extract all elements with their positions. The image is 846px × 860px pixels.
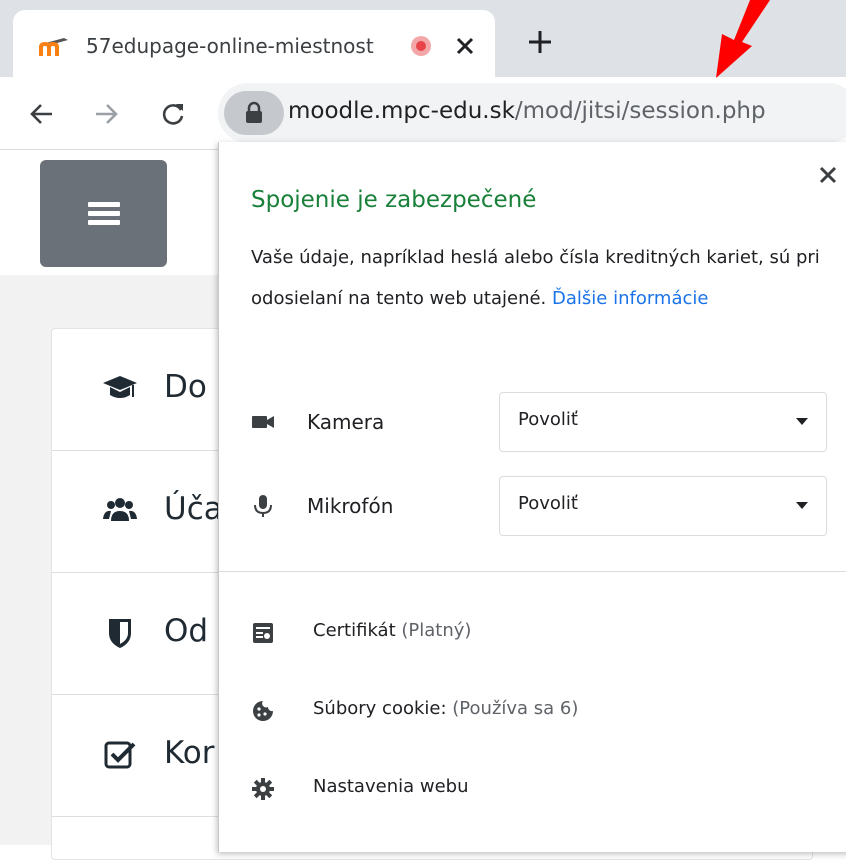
certificate-status: (Platný) [401,620,472,641]
nav-item-label: Kor [164,735,215,771]
connection-secure-title: Spojenie je zabezpečené [251,187,537,213]
microphone-label: Mikrofón [307,494,394,518]
lock-icon [246,101,262,123]
back-icon[interactable] [28,101,54,127]
checkbox-icon [104,741,136,769]
url-path: /mod/jitsi/session.php [514,98,766,124]
address-bar[interactable]: moodle.mpc-edu.sk/mod/jitsi/session.php [218,83,846,143]
camera-permission-select[interactable]: Povoliť [499,392,827,452]
permission-camera: Kamera Povoliť [251,392,831,452]
certificate-icon [253,623,273,643]
site-settings-label: Nastavenia webu [313,776,469,797]
description-text: Vaše údaje, napríklad heslá alebo čísla … [251,247,820,309]
tab-title: 57edupage-online-miestnost [86,34,374,58]
close-icon[interactable] [817,164,839,186]
permission-microphone: Mikrofón Povoliť [251,476,831,536]
certificate-text: Certifikát (Platný) [313,620,471,641]
reload-icon[interactable] [160,101,186,127]
shield-icon [109,619,131,648]
site-info-button[interactable] [224,91,284,135]
url-text: moodle.mpc-edu.sk/mod/jitsi/session.php [288,98,766,124]
certificate-label: Certifikát [313,620,396,641]
microphone-permission-value: Povoliť [518,493,578,514]
browser-toolbar: moodle.mpc-edu.sk/mod/jitsi/session.php [0,77,846,150]
close-tab-icon[interactable] [453,34,477,58]
camera-permission-value: Povoliť [518,409,578,430]
recording-dot-icon [411,36,431,56]
divider [219,571,846,572]
graduation-cap-icon [103,376,137,398]
certificate-row[interactable]: Certifikát (Platný) [251,614,831,654]
site-info-popup: Spojenie je zabezpečené Vaše údaje, napr… [218,142,846,852]
microphone-icon [254,495,272,517]
nav-item-label: Do [164,369,207,405]
site-settings-row[interactable]: Nastavenia webu [251,770,831,810]
moodle-favicon [39,38,68,56]
browser-tab[interactable]: 57edupage-online-miestnost [13,10,495,77]
chevron-down-icon [796,502,808,509]
red-arrow-annotation [716,0,770,78]
url-host: moodle.mpc-edu.sk [288,98,515,124]
camera-label: Kamera [307,410,385,434]
nav-item-label: Úča [164,491,223,527]
cookies-label: Súbory cookie: [313,698,447,719]
cookies-status: (Používa sa 6) [452,698,579,719]
new-tab-icon[interactable] [526,28,554,56]
cookies-text: Súbory cookie: (Používa sa 6) [313,698,578,719]
users-icon [103,498,137,521]
cookie-icon [253,701,273,721]
nav-item-label: Od [164,613,209,649]
forward-icon[interactable] [94,101,120,127]
connection-description: Vaše údaje, napríklad heslá alebo čísla … [251,237,821,319]
chevron-down-icon [796,418,808,425]
camera-icon [252,416,274,428]
menu-toggle-button[interactable] [40,160,167,267]
microphone-permission-select[interactable]: Povoliť [499,476,827,536]
learn-more-link[interactable]: Ďalšie informácie [552,288,708,309]
gear-icon [252,778,274,800]
cookies-row[interactable]: Súbory cookie: (Používa sa 6) [251,692,831,732]
